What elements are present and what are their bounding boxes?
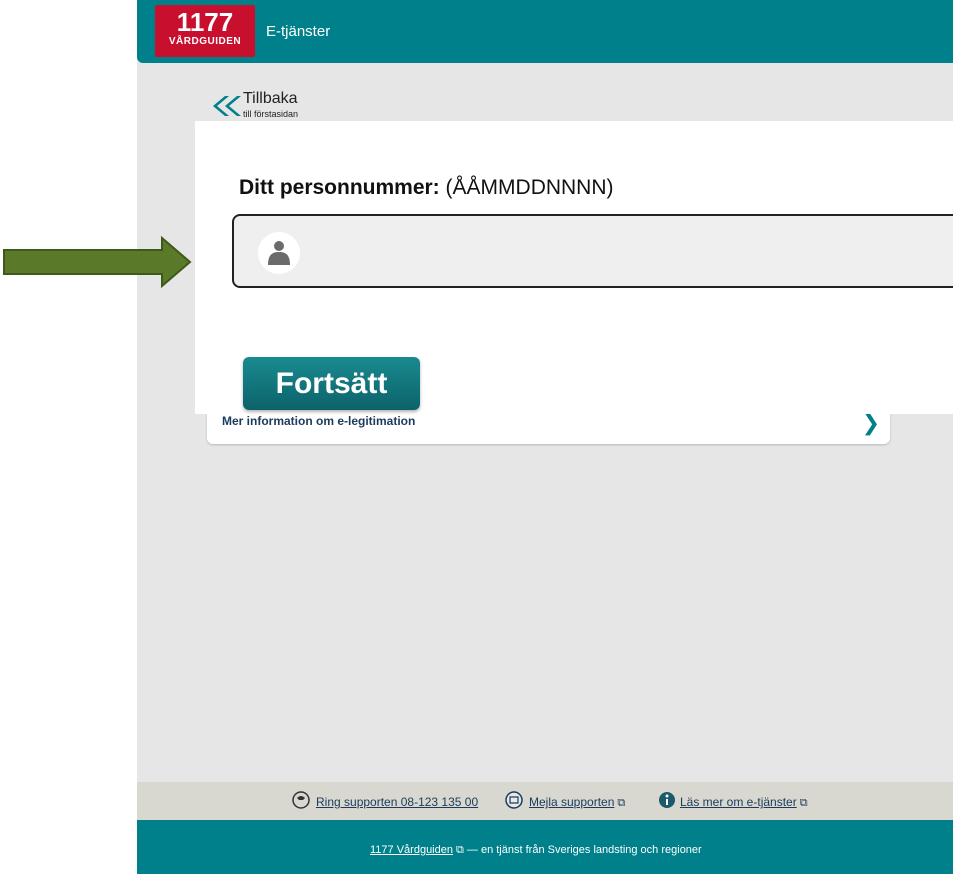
external-link-icon: ⧉ <box>617 797 626 809</box>
footer-tagline: — en tjänst från Sveriges landsting och … <box>466 844 702 856</box>
footer-bar: 1177 Vårdguiden ⧉ — en tjänst från Sverig… <box>137 820 953 874</box>
external-link-icon: ⧉ <box>799 797 808 809</box>
support-bar: Ring supporten 08-123 135 00 Mejla suppo… <box>137 782 953 820</box>
personnummer-format-hint: (ÅÅMMDDNNNN) <box>445 176 614 199</box>
mail-icon <box>505 791 523 809</box>
logo-name: VÅRDGUIDEN <box>168 36 242 47</box>
footer-text: 1177 Vårdguiden ⧉ — en tjänst från Sverig… <box>370 844 702 857</box>
header-bar <box>137 0 953 63</box>
back-sublabel: till förstasidan <box>243 109 299 119</box>
read-more-text: Läs mer om e-tjänster <box>680 795 797 809</box>
personnummer-label: Ditt personnummer: (ÅÅMMDDNNNN) <box>239 176 614 200</box>
logo-number: 1177 <box>176 7 234 37</box>
back-label: Tillbaka <box>243 90 298 107</box>
info-card-text: Mer information om e-legitimation <box>222 414 416 428</box>
info-icon <box>659 792 675 808</box>
header-title: E-tjänster <box>266 23 331 40</box>
vardguiden-logo[interactable]: 1177 VÅRDGUIDEN <box>155 5 255 57</box>
external-link-icon: ⧉ <box>455 844 464 856</box>
email-support-text: Mejla supporten <box>529 795 615 809</box>
double-chevron-left-icon <box>213 96 241 116</box>
personnummer-input[interactable] <box>232 214 953 288</box>
phone-icon <box>292 791 310 809</box>
green-arrow-right-icon <box>3 236 192 288</box>
read-more-link[interactable]: Läs mer om e-tjänster ⧉ <box>680 795 808 810</box>
call-support-text: Ring supporten 08-123 135 00 <box>316 795 479 809</box>
email-support-link[interactable]: Mejla supporten ⧉ <box>529 795 625 810</box>
footer-vardguiden-link[interactable]: 1177 Vårdguiden <box>370 844 453 856</box>
personnummer-label-bold: Ditt personnummer: <box>239 176 440 199</box>
continue-button[interactable]: Fortsätt <box>243 357 420 410</box>
call-support-link[interactable]: Ring supporten 08-123 135 00 <box>316 795 478 809</box>
person-icon <box>258 232 300 274</box>
